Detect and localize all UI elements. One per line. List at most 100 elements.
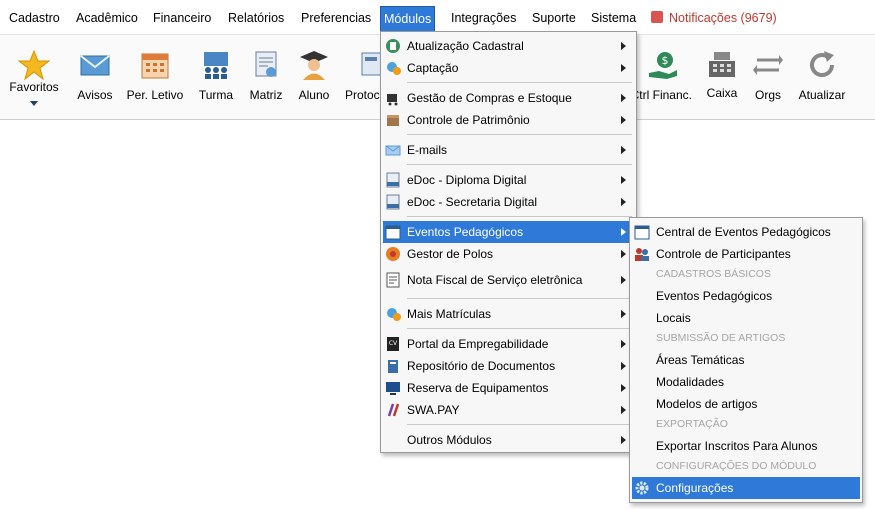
invoice-icon (386, 272, 400, 288)
refresh-icon (810, 51, 834, 77)
menu-bar: Cadastro Acadêmico Financeiro Relatórios… (0, 0, 875, 34)
polos-icon (386, 247, 400, 261)
submenu-item-modelos-artigos[interactable]: Modelos de artigos (632, 393, 860, 415)
chevron-right-icon (621, 176, 626, 184)
chevron-right-icon (621, 64, 626, 72)
menu-item-repositorio-documentos[interactable]: Repositório de Documentos (383, 355, 634, 377)
section-header: EXPORTAÇÃO (656, 418, 728, 430)
chevron-right-icon (621, 42, 626, 50)
envelope-icon (385, 145, 401, 156)
toolbar-atualizar-button[interactable]: Atualizar (794, 35, 850, 119)
menu-item-atualizacao-cadastral[interactable]: Atualização Cadastral (383, 35, 634, 57)
menu-item-controle-patrimonio[interactable]: Controle de Patrimônio (383, 109, 634, 131)
certificate-icon (255, 51, 277, 77)
toolbar-protocolo-button[interactable]: Protoc (342, 35, 384, 119)
chevron-right-icon (621, 250, 626, 258)
menu-sistema[interactable]: Sistema (588, 8, 639, 28)
submenu-item-modalidades[interactable]: Modalidades (632, 371, 860, 393)
svg-text:CV: CV (389, 340, 398, 347)
menu-item-mais-matriculas[interactable]: Mais Matrículas (383, 303, 634, 325)
chevron-right-icon (621, 436, 626, 444)
menu-separator (407, 216, 632, 217)
chevron-right-icon (621, 362, 626, 370)
menu-item-gestor-polos[interactable]: Gestor de Polos (383, 243, 634, 265)
menu-item-emails[interactable]: E-mails (383, 139, 634, 161)
section-header: CADASTROS BÁSICOS (656, 268, 771, 280)
money-hand-icon: $ (649, 52, 677, 79)
update-register-icon (386, 39, 400, 53)
chevron-right-icon (621, 384, 626, 392)
chevron-right-icon (621, 340, 626, 348)
submenu-item-configuracoes[interactable]: Configurações (632, 477, 860, 499)
menu-item-reserva-equipamentos[interactable]: Reserva de Equipamentos (383, 377, 634, 399)
documents-icon (388, 360, 398, 373)
toolbar-turma-button[interactable]: Turma (192, 35, 240, 119)
menu-separator (407, 298, 632, 299)
chevron-down-icon (30, 101, 38, 106)
menu-academico[interactable]: Acadêmico (73, 8, 141, 28)
toolbar-per-letivo-button[interactable]: Per. Letivo (124, 35, 186, 119)
menu-separator (407, 328, 632, 329)
menu-separator (407, 134, 632, 135)
toolbar-avisos-button[interactable]: Avisos (70, 35, 120, 119)
shopping-icon (387, 94, 398, 106)
menu-financeiro[interactable]: Financeiro (150, 8, 214, 28)
menu-suporte[interactable]: Suporte (529, 8, 579, 28)
edoc-icon (386, 194, 400, 210)
chevron-right-icon (621, 116, 626, 124)
menu-relatorios[interactable]: Relatórios (225, 8, 287, 28)
chevron-right-icon (621, 310, 626, 318)
toolbar-label: Turma (198, 88, 234, 102)
toolbar-label: Aluno (298, 88, 330, 102)
section-header: CONFIGURAÇÕES DO MÓDULO (656, 460, 817, 472)
submenu-item-eventos-pedagogicos[interactable]: Eventos Pedagógicos (632, 285, 860, 307)
toolbar-caixa-button[interactable]: Caixa (700, 35, 744, 119)
menu-item-nota-fiscal[interactable]: Nota Fiscal de Serviço eletrônica (383, 269, 634, 291)
chevron-right-icon (621, 146, 626, 154)
toolbar-orgs-button[interactable]: Orgs (748, 35, 788, 119)
menu-integracoes[interactable]: Integrações (448, 8, 519, 28)
menu-preferencias[interactable]: Preferencias (298, 8, 374, 28)
submenu-item-areas-tematicas[interactable]: Áreas Temáticas (632, 349, 860, 371)
menu-item-portal-empregabilidade[interactable]: CV Portal da Empregabilidade (383, 333, 634, 355)
graduate-icon (300, 51, 328, 80)
toolbar-label: Per. Letivo (126, 88, 184, 102)
captacao-icon (387, 62, 401, 75)
menu-item-captacao[interactable]: Captação (383, 57, 634, 79)
toolbar-label: Caixa (706, 86, 738, 100)
calendar-icon (634, 225, 650, 240)
menu-item-edoc-diploma[interactable]: eDoc - Diploma Digital (383, 169, 634, 191)
section-header: SUBMISSÃO DE ARTIGOS (656, 332, 786, 344)
submenu-item-locais[interactable]: Locais (632, 307, 860, 329)
toolbar-favoritos-button[interactable]: Favoritos (4, 35, 64, 119)
cash-register-icon (709, 52, 735, 77)
monitor-icon (386, 382, 400, 395)
menu-item-eventos-pedagogicos[interactable]: Eventos Pedagógicos (383, 221, 634, 243)
toolbar-matriz-button[interactable]: Matriz (244, 35, 288, 119)
submenu-item-exportar-inscritos[interactable]: Exportar Inscritos Para Alunos (632, 435, 860, 457)
toolbar-label: Favoritos (9, 80, 59, 94)
submenu-item-controle-participantes[interactable]: Controle de Participantes (632, 243, 860, 265)
menu-item-edoc-secretaria[interactable]: eDoc - Secretaria Digital (383, 191, 634, 213)
chevron-right-icon (621, 94, 626, 102)
box-icon (387, 115, 399, 126)
chevron-right-icon (621, 276, 626, 284)
mais-matriculas-icon (387, 308, 401, 321)
menu-item-gestao-compras[interactable]: Gestão de Compras e Estoque (383, 87, 634, 109)
class-icon (204, 52, 228, 79)
chevron-right-icon (621, 228, 626, 236)
modules-menu: Atualização Cadastral Captação Gestão de… (380, 31, 637, 453)
menu-separator (407, 82, 632, 83)
swa-pay-icon (387, 403, 400, 417)
menu-item-swa-pay[interactable]: SWA.PAY (383, 399, 634, 421)
toolbar-label: Matriz (249, 88, 283, 102)
menu-modulos[interactable]: Módulos (380, 6, 436, 32)
submenu-item-central-eventos[interactable]: Central de Eventos Pedagógicos (632, 221, 860, 243)
notifications-link[interactable]: Notificações (9679) (651, 8, 777, 28)
toolbar-aluno-button[interactable]: Aluno (292, 35, 336, 119)
menu-cadastro[interactable]: Cadastro (6, 8, 63, 28)
eventos-submenu: Central de Eventos Pedagógicos Controle … (629, 217, 863, 503)
toolbar-ctrl-financ-button[interactable]: $ Ctrl Financ. (632, 35, 694, 119)
star-icon (18, 49, 50, 81)
menu-item-outros-modulos[interactable]: Outros Módulos (383, 429, 634, 451)
